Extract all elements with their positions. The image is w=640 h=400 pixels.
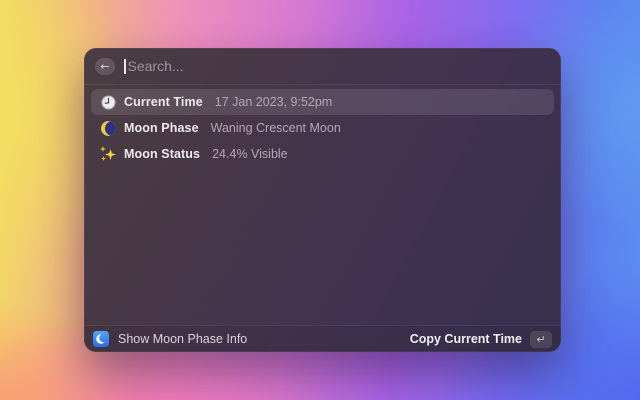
search-input[interactable]: Search... — [124, 48, 550, 84]
secondary-action-label[interactable]: Copy Current Time — [410, 332, 522, 346]
back-arrow-icon: ← — [100, 61, 109, 72]
launcher-window: ← Search... Current Time 17 Jan 2023, 9:… — [84, 48, 561, 352]
footer-right[interactable]: Copy Current Time ↵ — [410, 331, 552, 348]
sparkles-icon — [100, 146, 116, 162]
row-label: Moon Phase — [124, 121, 199, 135]
search-bar: ← Search... — [84, 48, 561, 84]
list-item-current-time[interactable]: Current Time 17 Jan 2023, 9:52pm — [91, 89, 554, 115]
row-value: Waning Crescent Moon — [211, 121, 341, 135]
footer-left: Show Moon Phase Info — [93, 331, 247, 347]
moon-phase-icon — [100, 120, 116, 136]
row-label: Moon Status — [124, 147, 200, 161]
return-key-icon: ↵ — [530, 331, 552, 348]
clock-icon — [100, 94, 116, 110]
results-list: Current Time 17 Jan 2023, 9:52pm Moon Ph… — [84, 85, 561, 325]
back-button[interactable]: ← — [95, 58, 115, 75]
primary-action-label[interactable]: Show Moon Phase Info — [118, 332, 247, 346]
list-item-moon-phase[interactable]: Moon Phase Waning Crescent Moon — [91, 115, 554, 141]
moon-app-icon — [93, 331, 109, 347]
row-value: 17 Jan 2023, 9:52pm — [215, 95, 332, 109]
list-item-moon-status[interactable]: Moon Status 24.4% Visible — [91, 141, 554, 167]
row-label: Current Time — [124, 95, 203, 109]
search-placeholder: Search... — [128, 58, 184, 74]
row-value: 24.4% Visible — [212, 147, 288, 161]
action-bar: Show Moon Phase Info Copy Current Time ↵ — [84, 325, 561, 352]
text-caret — [124, 59, 126, 74]
